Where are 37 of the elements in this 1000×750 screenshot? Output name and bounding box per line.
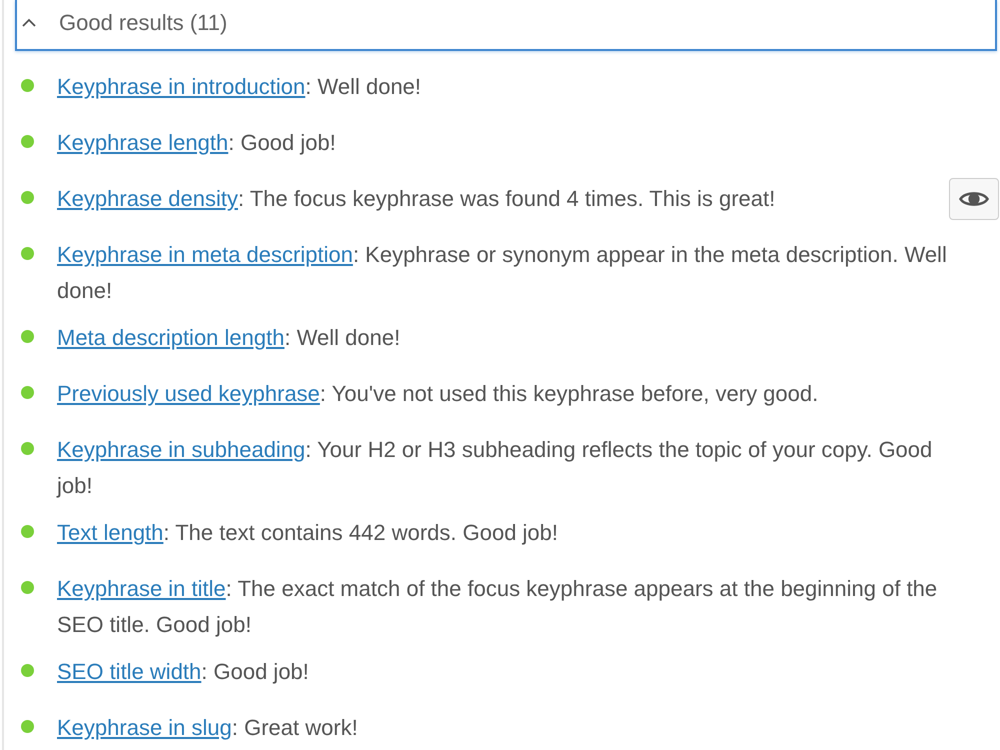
result-link[interactable]: Previously used keyphrase [57,381,320,406]
result-link[interactable]: Keyphrase in title [57,576,226,601]
status-dot-icon [21,386,34,399]
result-text: Keyphrase length: Good job! [57,129,337,157]
result-text: Previously used keyphrase: You've not used this keyphrase before, very good. [57,380,820,408]
result-link[interactable]: SEO title width [57,659,202,684]
status-dot-icon [21,330,34,343]
status-dot-icon [21,135,34,148]
result-text: Keyphrase density: The focus keyphrase was found 4 times. This is great! [57,185,776,213]
result-text: Keyphrase in introduction: Well done! [57,73,422,101]
eye-icon [959,189,989,209]
chevron-up-icon [22,18,36,27]
result-text: Keyphrase in slug: Great work! [57,714,359,742]
result-link[interactable]: Keyphrase in subheading [57,437,306,462]
result-link[interactable]: Keyphrase in meta description [57,242,353,267]
status-dot-icon [21,664,34,677]
result-link[interactable]: Text length [57,520,164,545]
highlight-button[interactable] [949,178,999,220]
result-link[interactable]: Keyphrase in introduction [57,74,306,99]
result-link[interactable]: Meta description length [57,325,284,350]
result-text: Keyphrase in meta description: Keyphrase or synonym appear in the meta description. Well done! [57,241,948,305]
result-text: Keyphrase in title: The exact match of the focus keyphrase appears at the beginning of the SEO title. Good job! [57,575,938,639]
status-dot-icon [21,79,34,92]
status-dot-icon [21,581,34,594]
result-link[interactable]: Keyphrase density [57,186,238,211]
status-dot-icon [21,525,34,538]
result-text: Text length: The text contains 442 words. Good job! [57,519,560,547]
status-dot-icon [21,191,34,204]
result-text: SEO title width: Good job! [57,658,310,686]
status-dot-icon [21,442,34,455]
status-dot-icon [21,247,34,260]
result-link[interactable]: Keyphrase length [57,130,228,155]
result-text: Keyphrase in subheading: Your H2 or H3 subheading reflects the topic of your copy. Good job! [57,436,934,500]
result-text: Meta description length: Well done! [57,324,402,352]
results-toggle[interactable]: Good results (11) [15,0,997,51]
status-dot-icon [21,720,34,733]
result-link[interactable]: Keyphrase in slug [57,715,232,740]
